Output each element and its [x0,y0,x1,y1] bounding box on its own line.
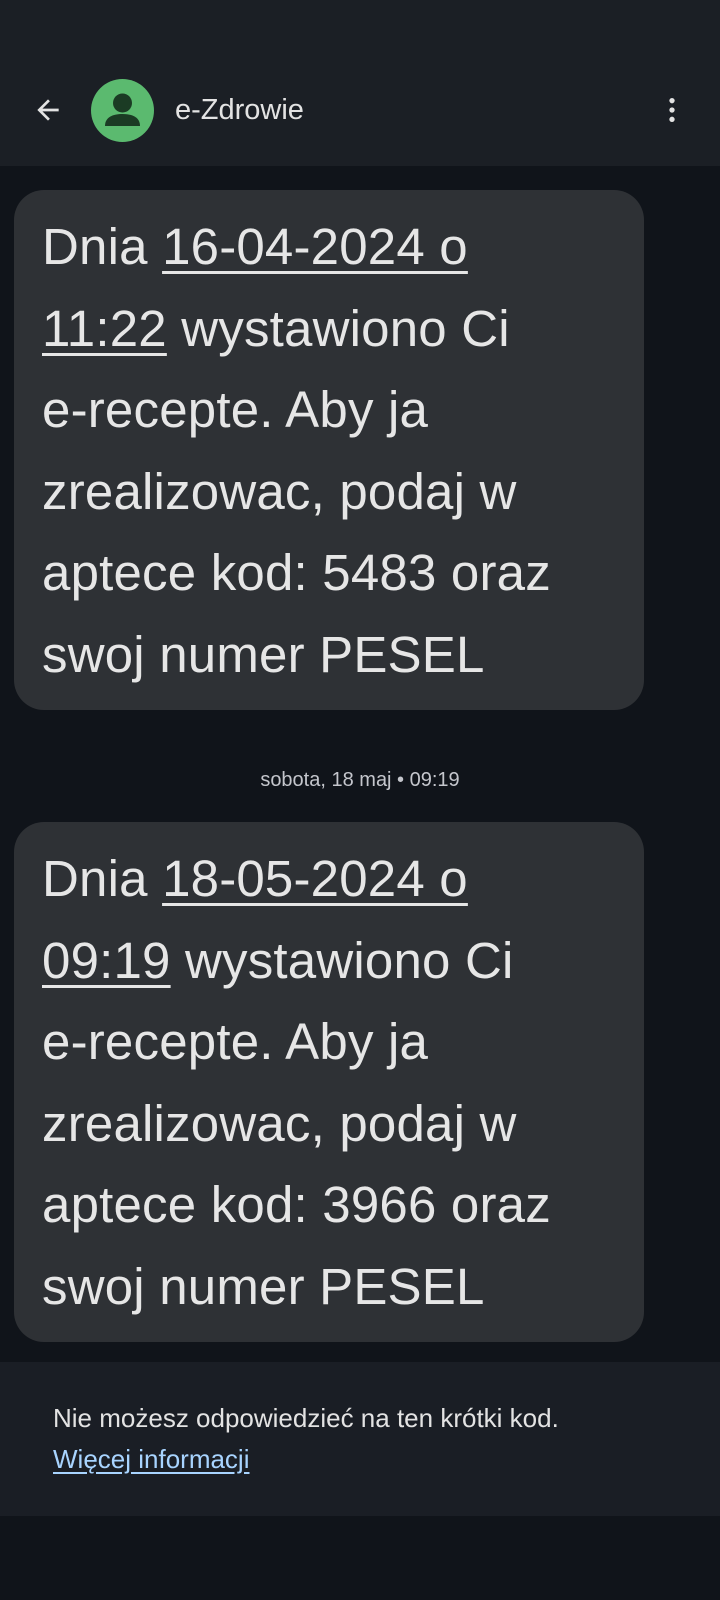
message-text: wystawiono Ci [166,299,510,357]
reply-disabled-panel [0,1362,720,1516]
time-link[interactable]: 11:22 [42,300,167,357]
message-line: swoj numer PESEL [42,625,485,683]
message-bubble[interactable]: Dnia 16-04-2024 o 11:22 wystawiono Ci e-… [14,190,644,710]
message-bubble[interactable]: Dnia 18-05-2024 o 09:19 wystawiono Ci e-… [14,822,644,1342]
message-line: 11:22 wystawiono Ci [42,288,624,370]
more-vert-icon [669,98,675,122]
app-bar: e-Zdrowie [0,0,720,166]
conversation-screen: e-Zdrowie Dnia 16-04-2024 o 11:22 wystaw… [0,0,720,1600]
message-line: Dnia 16-04-2024 o [42,206,624,288]
person-icon [105,93,140,126]
arrow-back-icon [37,99,59,121]
message-line: aptece kod: 3966 oraz [42,1176,551,1233]
message-line: e-recepte. Aby ja [42,381,429,438]
message-timestamp: sobota, 18 maj • 09:19 [260,769,460,791]
contact-name[interactable]: e-Zdrowie [175,90,304,130]
date-link[interactable]: 18-05-2024 o [162,850,468,907]
message-line: aptece kod: 5483 oraz [42,544,551,601]
avatar[interactable] [91,79,154,142]
message-line: swoj numer PESEL [42,1257,485,1315]
message-line: zrealizowac, podaj w [42,462,517,520]
reply-disabled-text: Nie możesz odpowiedzieć na ten krótki ko… [53,1403,559,1433]
date-link[interactable]: 16-04-2024 o [162,218,468,275]
more-options-button[interactable] [648,86,696,134]
message-text: Dnia [42,218,163,275]
message-line: e-recepte. Aby ja [42,1013,429,1070]
message-text: Dnia [42,850,163,907]
more-info-link[interactable]: Więcej informacji [53,1441,250,1477]
back-button[interactable] [24,86,72,134]
message-line: 09:19 wystawiono Ci [42,920,624,1002]
message-text: wystawiono Ci [170,931,514,989]
time-link[interactable]: 09:19 [42,932,171,989]
message-line: zrealizowac, podaj w [42,1094,517,1152]
message-line: Dnia 18-05-2024 o [42,838,624,920]
